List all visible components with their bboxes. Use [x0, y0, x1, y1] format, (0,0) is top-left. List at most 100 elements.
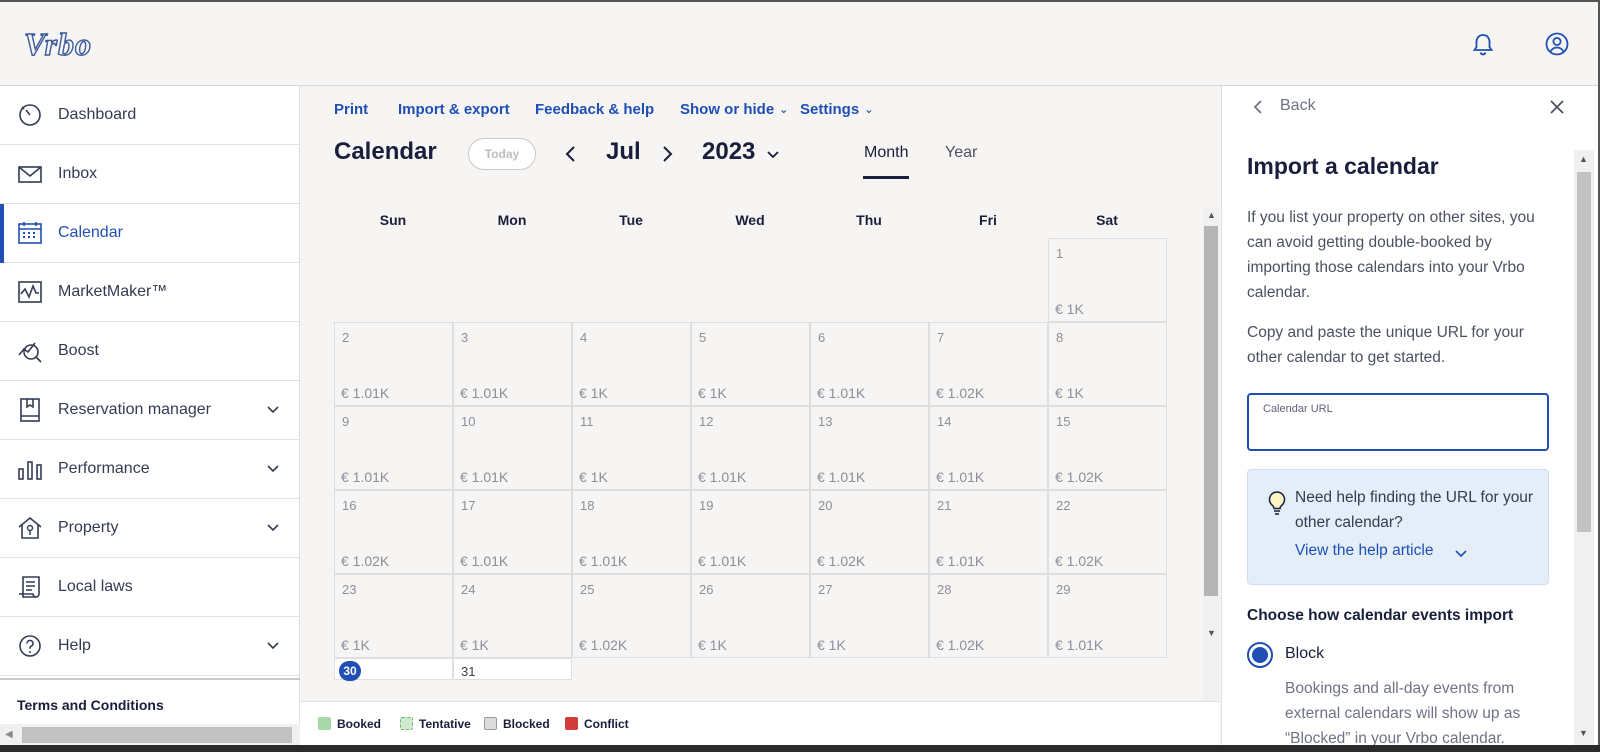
calendar-day-cell[interactable]: 11 € 1K — [572, 406, 691, 490]
day-price: € 1.01K — [579, 553, 628, 569]
feedback-help-link[interactable]: Feedback & help — [535, 101, 654, 118]
scrollbar-thumb[interactable] — [22, 727, 292, 743]
chevron-down-icon: ⌄ — [779, 104, 789, 116]
day-number: 31 — [461, 664, 476, 679]
calendar-day-cell[interactable]: 12 € 1.01K — [691, 406, 810, 490]
calendar-day-cell[interactable]: 23 € 1K — [334, 574, 453, 658]
user-account-icon[interactable] — [1544, 31, 1570, 57]
calendar-day-cell[interactable]: 16 € 1.02K — [334, 490, 453, 574]
calendar-icon — [18, 222, 42, 244]
day-price: € 1.01K — [1055, 637, 1104, 653]
sidebar-item-local-laws[interactable]: Local laws — [0, 558, 300, 617]
calendar-day-cell[interactable]: 3 € 1.01K — [453, 322, 572, 406]
calendar-day-cell[interactable]: 13 € 1.01K — [810, 406, 929, 490]
settings-label: Settings — [800, 101, 860, 118]
block-option-description: Bookings and all-day events from externa… — [1285, 680, 1521, 745]
calendar-day-cell[interactable]: 24 € 1K — [453, 574, 572, 658]
calendar-day-cell[interactable]: 6 € 1.01K — [810, 322, 929, 406]
calendar-day-cell[interactable]: 15 € 1.02K — [1048, 406, 1167, 490]
panel-vertical-scrollbar[interactable]: ▲ ▼ — [1574, 150, 1594, 745]
day-number: 14 — [937, 414, 952, 429]
sidebar-item-property[interactable]: Property — [0, 499, 300, 558]
calendar-url-input[interactable] — [1263, 421, 1533, 443]
calendar-day-cell[interactable]: 9 € 1.01K — [334, 406, 453, 490]
scroll-down-icon[interactable]: ▼ — [1579, 728, 1588, 738]
calendar-day-cell[interactable]: 5 € 1K — [691, 322, 810, 406]
vrbo-logo[interactable]: Vrbo — [24, 24, 124, 64]
day-number: 9 — [342, 414, 350, 429]
day-price: € 1K — [579, 469, 608, 485]
scroll-left-icon[interactable]: ◀ — [5, 729, 13, 740]
block-option-label[interactable]: Block — [1285, 645, 1324, 663]
day-number: 19 — [699, 498, 714, 513]
sidebar-item-inbox[interactable]: Inbox — [0, 145, 300, 204]
bell-icon[interactable] — [1470, 31, 1496, 57]
import-export-link[interactable]: Import & export — [398, 101, 510, 118]
scroll-up-icon[interactable]: ▲ — [1579, 154, 1588, 164]
today-button[interactable]: Today — [468, 138, 536, 170]
calendar-day-cell[interactable]: 8 € 1K — [1048, 322, 1167, 406]
show-hide-menu[interactable]: Show or hide ⌄ — [680, 101, 788, 118]
sidebar-item-calendar[interactable]: Calendar — [0, 204, 300, 263]
sidebar-item-performance[interactable]: Performance — [0, 440, 300, 499]
calendar-day-cell[interactable]: 19 € 1.01K — [691, 490, 810, 574]
weekday-header: Tue — [619, 212, 643, 228]
legend-conflict-label: Conflict — [584, 717, 629, 731]
day-price: € 1K — [1055, 301, 1084, 317]
panel-intro-text: If you list your property on other sites… — [1247, 209, 1535, 301]
chevron-down-icon[interactable] — [1454, 547, 1468, 561]
calendar-day-cell[interactable]: 2 € 1.01K — [334, 322, 453, 406]
calendar-day-cell[interactable]: 20 € 1.02K — [810, 490, 929, 574]
calendar-day-cell[interactable]: 7 € 1.02K — [929, 322, 1048, 406]
sidebar-item-reservation-manager[interactable]: Reservation manager — [0, 381, 300, 440]
sidebar-item-boost[interactable]: Boost — [0, 322, 300, 381]
active-tab-indicator — [863, 176, 909, 179]
weekday-header: Sat — [1096, 212, 1118, 228]
chevron-down-icon[interactable] — [766, 148, 780, 162]
terms-link[interactable]: Terms and Conditions — [17, 697, 164, 713]
scroll-up-icon[interactable]: ▲ — [1207, 210, 1216, 220]
calendar-day-cell[interactable]: 14 € 1.01K — [929, 406, 1048, 490]
next-month-icon[interactable] — [656, 142, 678, 166]
calendar-day-cell[interactable]: 18 € 1.01K — [572, 490, 691, 574]
settings-menu[interactable]: Settings ⌄ — [800, 101, 873, 118]
sidebar-horizontal-scrollbar[interactable]: ◀ — [0, 724, 300, 745]
calendar-day-cell[interactable]: 10 € 1.01K — [453, 406, 572, 490]
calendar-day-cell[interactable]: 29 € 1.01K — [1048, 574, 1167, 658]
calendar-day-cell[interactable]: 21 € 1.01K — [929, 490, 1048, 574]
print-link[interactable]: Print — [334, 101, 368, 118]
calendar-day-cell[interactable]: 22 € 1.02K — [1048, 490, 1167, 574]
sidebar-item-dashboard[interactable]: Dashboard — [0, 86, 300, 145]
house-icon — [18, 516, 42, 539]
view-help-article-link[interactable]: View the help article — [1295, 542, 1433, 560]
year-selector[interactable]: 2023 — [702, 138, 755, 166]
scroll-down-icon[interactable]: ▼ — [1207, 628, 1216, 638]
calendar-day-cell[interactable]: 28 € 1.02K — [929, 574, 1048, 658]
tab-year[interactable]: Year — [945, 144, 977, 162]
legend-tentative-label: Tentative — [419, 717, 471, 731]
calendar-day-cell[interactable]: 25 € 1.02K — [572, 574, 691, 658]
calendar-vertical-scrollbar[interactable]: ▲ ▼ — [1203, 208, 1219, 745]
scrollbar-thumb[interactable] — [1204, 226, 1218, 596]
close-icon[interactable] — [1548, 98, 1566, 116]
calendar-day-cell[interactable]: 1 € 1K — [1048, 238, 1167, 322]
day-price: € 1K — [460, 637, 489, 653]
scrollbar-thumb[interactable] — [1577, 172, 1591, 532]
help-callout-text: Need help finding the URL for your other… — [1295, 489, 1534, 531]
chevron-left-icon[interactable] — [1250, 98, 1266, 116]
calendar-day-cell[interactable]: 17 € 1.01K — [453, 490, 572, 574]
tab-month[interactable]: Month — [864, 144, 908, 162]
calendar-url-field[interactable]: Calendar URL — [1247, 393, 1549, 451]
calendar-day-cell[interactable]: 31 — [453, 658, 572, 680]
calendar-legend: Booked Tentative Blocked Conflict — [300, 701, 1220, 745]
calendar-day-cell[interactable]: 27 € 1K — [810, 574, 929, 658]
calendar-day-cell[interactable]: 30 — [334, 658, 453, 681]
calendar-day-cell[interactable]: 26 € 1K — [691, 574, 810, 658]
calendar-day-cell[interactable]: 4 € 1K — [572, 322, 691, 406]
block-radio[interactable] — [1247, 642, 1273, 668]
sidebar-item-help[interactable]: Help — [0, 617, 300, 676]
prev-month-icon[interactable] — [560, 142, 582, 166]
weekday-header: Thu — [856, 212, 882, 228]
sidebar-item-marketmaker[interactable]: MarketMaker™ — [0, 263, 300, 322]
back-button[interactable]: Back — [1280, 97, 1316, 115]
